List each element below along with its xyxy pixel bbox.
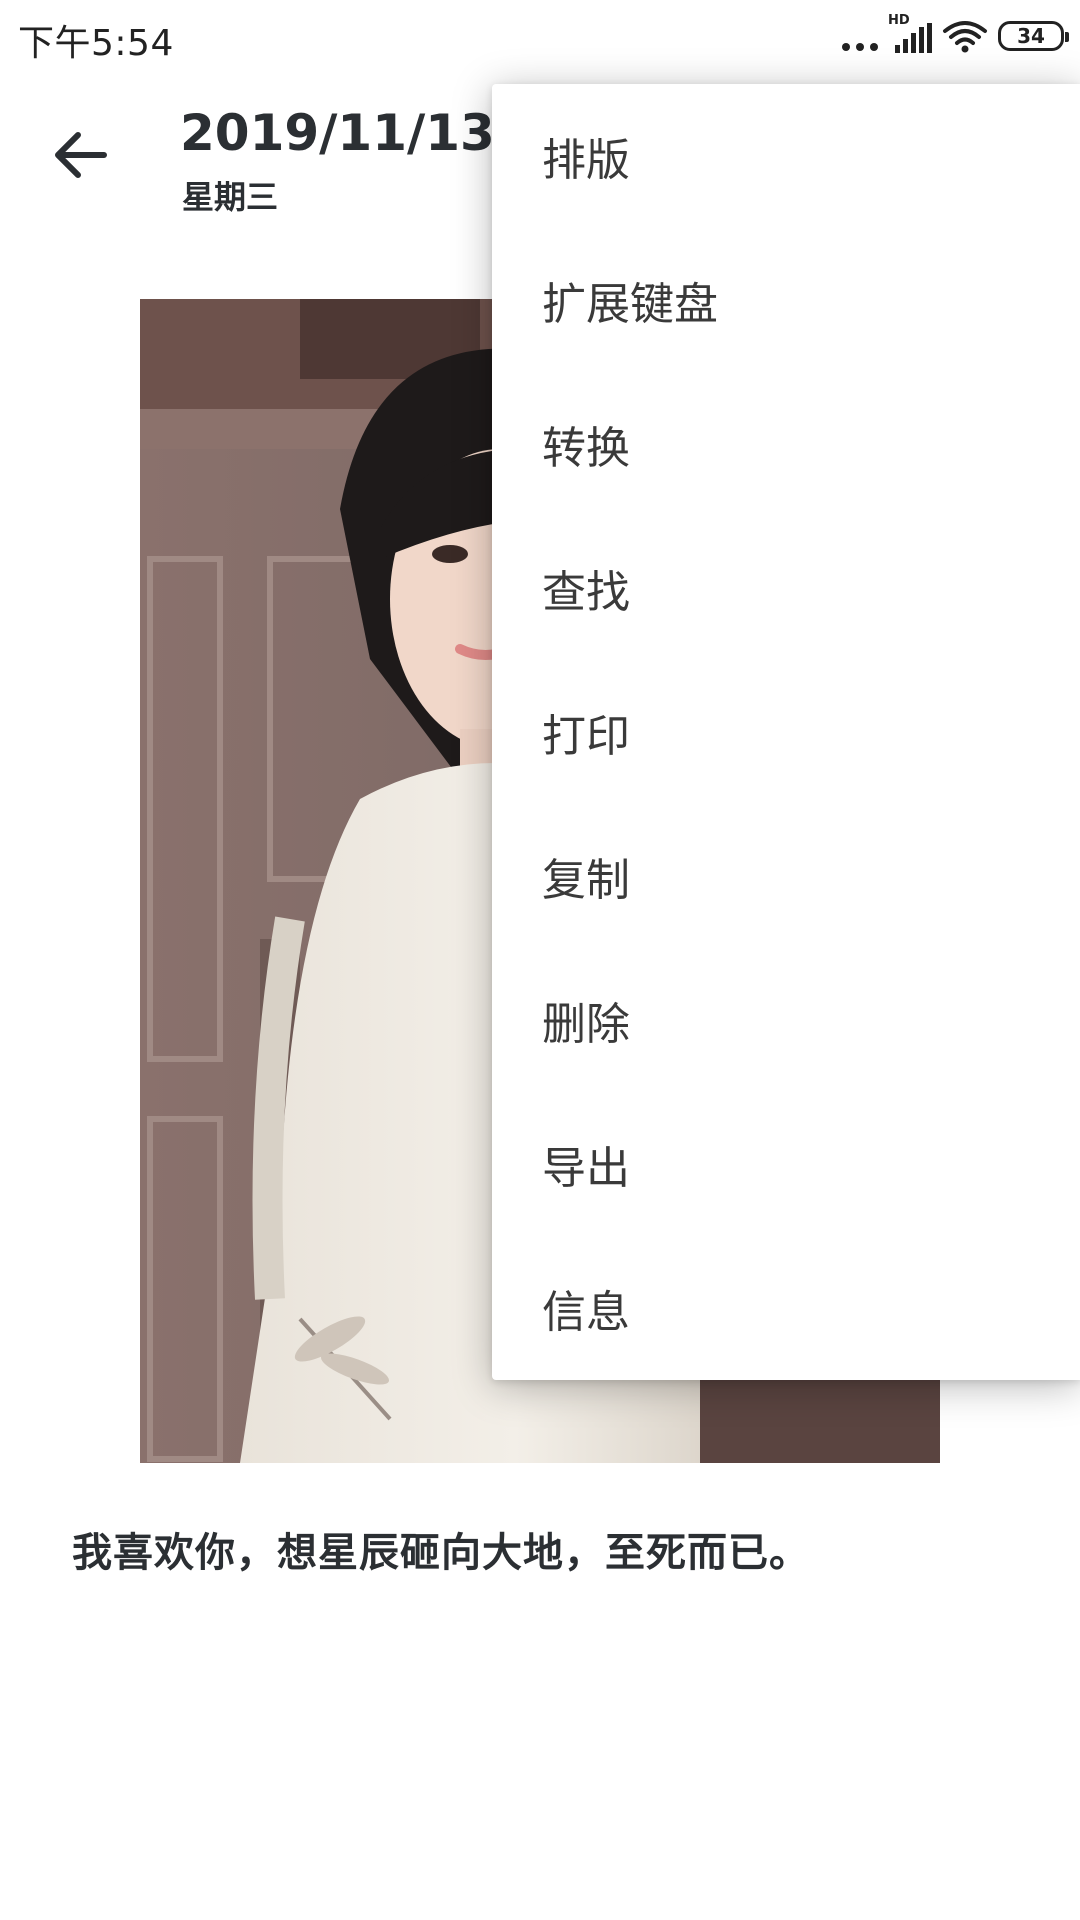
- battery-icon: 34: [998, 21, 1069, 51]
- status-bar: 下午5:54 HD 34: [0, 0, 1080, 72]
- menu-item-export[interactable]: 导出: [492, 1092, 1080, 1236]
- back-button[interactable]: [50, 125, 110, 185]
- menu-item-delete[interactable]: 删除: [492, 948, 1080, 1092]
- wifi-icon: [943, 21, 987, 53]
- cell-signal-icon: HD: [888, 13, 932, 53]
- battery-level: 34: [1017, 24, 1045, 48]
- more-dots-icon: [842, 21, 878, 51]
- menu-item-info[interactable]: 信息: [492, 1236, 1080, 1380]
- menu-item-find[interactable]: 查找: [492, 516, 1080, 660]
- arrow-left-icon: [55, 132, 107, 178]
- note-text[interactable]: 我喜欢你，想星辰砸向大地，至死而已。: [72, 1520, 810, 1578]
- menu-item-convert[interactable]: 转换: [492, 372, 1080, 516]
- menu-item-copy[interactable]: 复制: [492, 804, 1080, 948]
- weekday-label: 星期三: [182, 178, 279, 216]
- status-icons: HD 34: [842, 13, 1069, 58]
- menu-item-layout[interactable]: 排版: [492, 84, 1080, 228]
- menu-item-extended-keyboard[interactable]: 扩展键盘: [492, 228, 1080, 372]
- menu-item-print[interactable]: 打印: [492, 660, 1080, 804]
- status-time: 下午5:54: [18, 23, 174, 64]
- overflow-menu: 排版 扩展键盘 转换 查找 打印 复制 删除 导出 信息: [492, 84, 1080, 1380]
